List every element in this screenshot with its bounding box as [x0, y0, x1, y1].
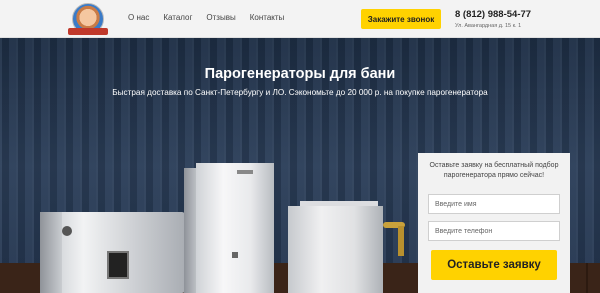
submit-request-button[interactable]: Оставьте заявку	[431, 250, 557, 280]
nav-item-reviews[interactable]: Отзывы	[206, 13, 235, 22]
logo-ribbon	[68, 28, 108, 35]
site-header: О нас Каталог Отзывы Контакты Закажите з…	[0, 0, 600, 38]
nav-item-catalog[interactable]: Каталог	[163, 13, 192, 22]
steam-generator-image-3	[288, 206, 383, 293]
callback-button[interactable]: Закажите звонок	[361, 9, 441, 29]
nav-item-contacts[interactable]: Контакты	[250, 13, 285, 22]
name-input[interactable]	[428, 194, 560, 214]
steam-generator-2-badge	[237, 170, 253, 174]
address: Ул. Авангардная д. 15 к. 1	[455, 23, 522, 29]
lead-form: Оставьте заявку на бесплатный подбор пар…	[418, 153, 570, 293]
form-intro: Оставьте заявку на бесплатный подбор пар…	[429, 162, 559, 179]
phone-number: 8 (812) 988-54-77	[455, 9, 532, 20]
phone-input[interactable]	[428, 221, 560, 241]
steam-generator-1-port	[62, 226, 72, 236]
hero-subtitle: Быстрая доставка по Санкт-Петербургу и Л…	[112, 88, 488, 97]
steam-generator-2-logo	[232, 252, 238, 258]
steam-generator-image-2	[196, 163, 274, 293]
steam-generator-1-side	[40, 212, 62, 293]
hero-title: Парогенераторы для бани	[204, 66, 396, 82]
brass-valve	[398, 226, 404, 256]
steam-generator-1-control-panel	[107, 251, 129, 279]
nav-item-about[interactable]: О нас	[128, 13, 149, 22]
main-nav: О нас Каталог Отзывы Контакты	[128, 13, 284, 22]
